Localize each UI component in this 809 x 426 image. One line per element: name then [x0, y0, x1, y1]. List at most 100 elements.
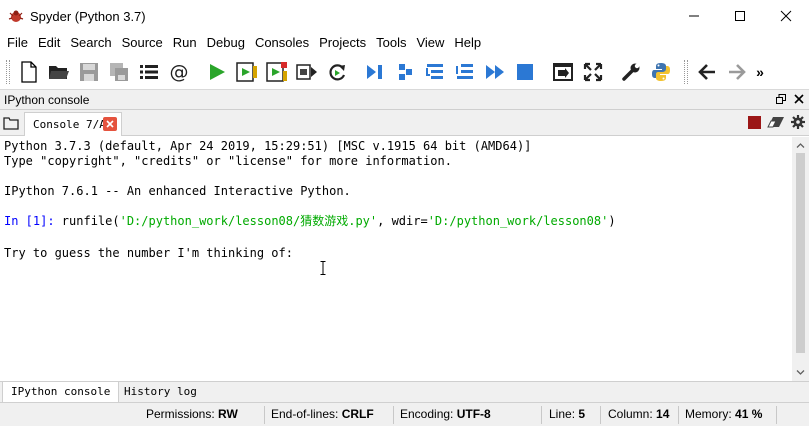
list-button[interactable] — [134, 57, 164, 87]
menu-source[interactable]: Source — [117, 32, 168, 54]
console-tab-bar: Console 7/A — [0, 110, 809, 136]
console-tab-actions — [748, 115, 805, 129]
minimize-button[interactable] — [671, 0, 717, 32]
svg-text:@: @ — [170, 62, 189, 82]
status-label: Line: — [549, 407, 576, 421]
menu-help[interactable]: Help — [449, 32, 486, 54]
python-path-button[interactable] — [646, 57, 676, 87]
scrollbar-thumb[interactable] — [796, 153, 805, 353]
menu-consoles[interactable]: Consoles — [250, 32, 314, 54]
open-file-icon — [49, 65, 69, 79]
tab-close-button[interactable] — [103, 117, 117, 131]
undock-icon — [776, 94, 786, 104]
clear-console-button[interactable] — [767, 115, 785, 129]
menu-view[interactable]: View — [411, 32, 449, 54]
menu-run[interactable]: Run — [168, 32, 202, 54]
run-selection-button[interactable] — [292, 57, 322, 87]
status-memory: Memory: 41 % — [685, 407, 762, 421]
step-into-button[interactable] — [420, 57, 450, 87]
tab-console-7a[interactable]: Console 7/A — [24, 112, 122, 136]
menu-edit[interactable]: Edit — [33, 32, 65, 54]
stop-kernel-button[interactable] — [748, 115, 761, 129]
console-options-button[interactable] — [791, 115, 805, 129]
continue-button[interactable] — [480, 57, 510, 87]
back-button[interactable] — [692, 57, 722, 87]
status-value: 41 % — [735, 407, 763, 421]
spyder-logo-icon — [8, 10, 24, 22]
tab-history-log[interactable]: History log — [116, 382, 205, 403]
ipython-console-output[interactable]: Python 3.7.3 (default, Apr 24 2019, 15:2… — [0, 137, 792, 381]
toolbar-separator — [540, 57, 548, 87]
eraser-icon — [767, 117, 784, 128]
program-output-line: Try to guess the number I'm thinking of: — [4, 246, 293, 260]
status-divider — [776, 406, 777, 424]
step-return-icon — [456, 63, 473, 79]
minimize-icon — [689, 15, 699, 17]
window-title: Spyder (Python 3.7) — [30, 8, 146, 24]
status-label: End-of-lines: — [271, 407, 339, 421]
status-bar: Permissions: RW End-of-lines: CRLF Encod… — [0, 402, 809, 426]
run-cell-advance-icon — [266, 61, 287, 82]
console-banner-line: Python 3.7.3 (default, Apr 24 2019, 15:2… — [4, 139, 532, 153]
close-pane-button[interactable] — [793, 92, 805, 106]
maximize-pane-button[interactable] — [548, 57, 578, 87]
toolbar-handle[interactable] — [6, 59, 10, 84]
input-prompt: In [1]: — [4, 214, 55, 228]
scroll-up-icon[interactable] — [796, 141, 805, 150]
run-selection-icon — [296, 63, 317, 80]
status-end-of-lines: End-of-lines: CRLF — [271, 407, 374, 421]
step-into-icon — [426, 63, 443, 79]
step-icon — [399, 63, 412, 80]
forward-button[interactable] — [722, 57, 752, 87]
rerun-button[interactable] — [322, 57, 352, 87]
title-bar: Spyder (Python 3.7) — [0, 0, 809, 32]
menu-debug[interactable]: Debug — [202, 32, 250, 54]
run-button[interactable] — [202, 57, 232, 87]
status-value: 5 — [578, 407, 586, 421]
maximize-button[interactable] — [717, 0, 763, 32]
new-file-button[interactable] — [14, 57, 44, 87]
status-value: 14 — [656, 407, 670, 421]
debug-icon — [367, 64, 382, 79]
step-return-button[interactable] — [450, 57, 480, 87]
toolbar-separator — [352, 57, 360, 87]
console-banner-line: IPython 7.6.1 -- An enhanced Interactive… — [4, 184, 351, 198]
open-file-button[interactable] — [44, 57, 74, 87]
undock-button[interactable] — [775, 92, 787, 106]
status-label: Permissions: — [146, 407, 215, 421]
main-toolbar: @ » — [0, 54, 809, 90]
status-encoding: Encoding: UTF-8 — [400, 407, 491, 421]
close-button[interactable] — [763, 0, 809, 32]
run-cell-button[interactable] — [232, 57, 262, 87]
debug-button[interactable] — [360, 57, 390, 87]
status-divider — [541, 406, 542, 424]
python-icon — [652, 62, 670, 81]
tab-ipython-console[interactable]: IPython console — [2, 382, 120, 403]
command-text: , wdir= — [377, 214, 428, 228]
save-icon — [80, 62, 98, 81]
fullscreen-button[interactable] — [578, 57, 608, 87]
browse-tabs-button[interactable] — [2, 114, 20, 132]
folder-tabs-icon — [3, 117, 19, 130]
menu-file[interactable]: File — [2, 32, 33, 54]
toolbar-separator — [608, 57, 616, 87]
close-icon — [106, 120, 114, 128]
toolbar-overflow-button[interactable]: » — [752, 57, 768, 87]
stop-debug-button[interactable] — [510, 57, 540, 87]
save-all-button[interactable] — [104, 57, 134, 87]
rerun-icon — [329, 63, 346, 80]
wrench-icon — [622, 63, 640, 81]
command-string: 'D:/python_work/lesson08' — [427, 214, 609, 228]
step-button[interactable] — [390, 57, 420, 87]
menu-search[interactable]: Search — [65, 32, 116, 54]
at-sign-button[interactable]: @ — [164, 57, 194, 87]
fullscreen-icon — [583, 62, 603, 81]
toolbar-handle[interactable] — [684, 59, 688, 84]
scroll-down-icon[interactable] — [796, 368, 805, 377]
preferences-button[interactable] — [616, 57, 646, 87]
run-cell-advance-button[interactable] — [262, 57, 292, 87]
save-button[interactable] — [74, 57, 104, 87]
menu-projects[interactable]: Projects — [314, 32, 371, 54]
console-scrollbar[interactable] — [792, 137, 809, 381]
menu-tools[interactable]: Tools — [371, 32, 411, 54]
